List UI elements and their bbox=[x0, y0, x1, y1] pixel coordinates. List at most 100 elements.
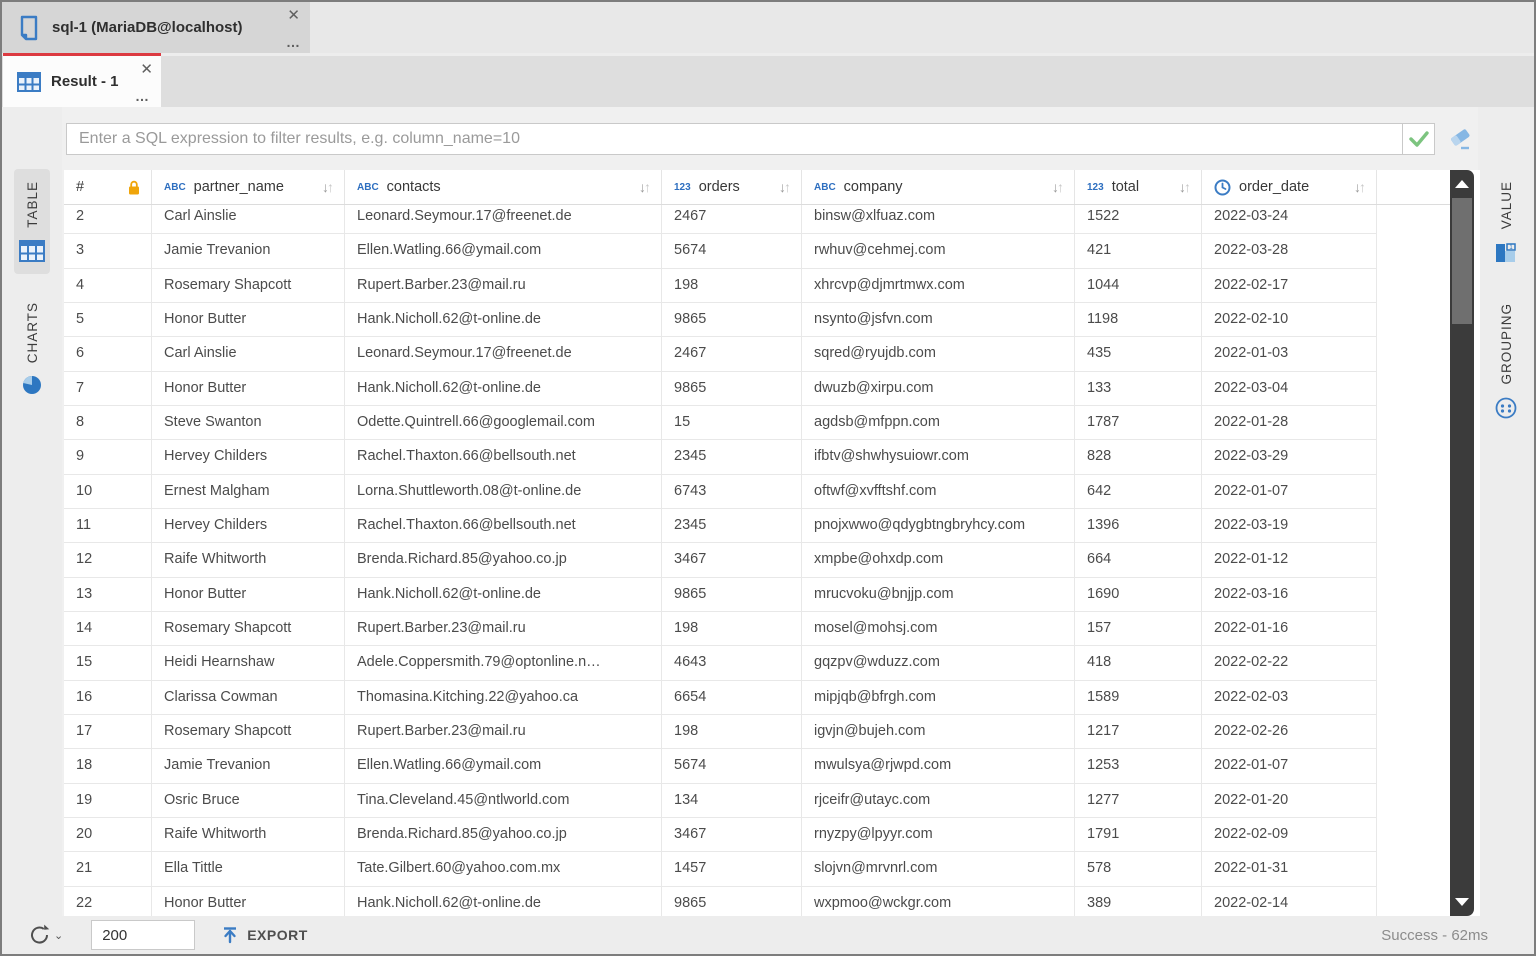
table-cell[interactable]: 2022-01-16 bbox=[1202, 611, 1377, 647]
table-cell[interactable]: 3467 bbox=[662, 817, 802, 853]
tab-value[interactable]: VALUE 1 bbox=[1490, 169, 1522, 275]
table-cell[interactable]: oftwf@xvfftshf.com bbox=[802, 474, 1075, 509]
table-cell[interactable]: Tina.Cleveland.45@ntlworld.com bbox=[345, 783, 662, 818]
table-cell[interactable]: Hank.Nicholl.62@t-online.de bbox=[345, 302, 662, 338]
result-tab[interactable]: Result - 1 ✕ … bbox=[3, 56, 161, 107]
table-cell[interactable]: 9865 bbox=[662, 302, 802, 338]
table-cell[interactable]: binsw@xlfuaz.com bbox=[802, 205, 1075, 235]
table-cell[interactable]: rnyzpy@lpyyr.com bbox=[802, 817, 1075, 853]
table-cell[interactable]: ifbtv@shwhysuiowr.com bbox=[802, 440, 1075, 475]
tab-menu-icon[interactable]: … bbox=[286, 35, 300, 49]
editor-tab-sql1[interactable]: sql-1 (MariaDB@localhost) ✕ … bbox=[2, 2, 310, 53]
table-cell[interactable]: 2022-02-14 bbox=[1202, 886, 1377, 916]
table-cell[interactable]: 2022-01-07 bbox=[1202, 749, 1377, 784]
table-cell[interactable]: 389 bbox=[1075, 886, 1202, 916]
table-cell[interactable]: 664 bbox=[1075, 543, 1202, 578]
table-cell[interactable]: 2467 bbox=[662, 337, 802, 372]
table-cell[interactable]: 2345 bbox=[662, 508, 802, 544]
table-cell[interactable]: rwhuv@cehmej.com bbox=[802, 234, 1075, 269]
table-cell[interactable]: Ellen.Watling.66@ymail.com bbox=[345, 234, 662, 269]
table-cell[interactable]: 198 bbox=[662, 268, 802, 303]
table-cell[interactable]: Rosemary Shapcott bbox=[152, 268, 345, 303]
table-cell[interactable]: Odette.Quintrell.66@googlemail.com bbox=[345, 405, 662, 441]
table-cell[interactable]: Honor Butter bbox=[152, 302, 345, 338]
table-cell[interactable]: mipjqb@bfrgh.com bbox=[802, 680, 1075, 715]
table-row[interactable]: 5 Honor Butter Hank.Nicholl.62@t-online.de… bbox=[64, 302, 1450, 338]
table-cell[interactable]: 9865 bbox=[662, 886, 802, 916]
table-cell[interactable]: Ernest Malgham bbox=[152, 474, 345, 509]
table-cell[interactable]: Honor Butter bbox=[152, 371, 345, 406]
table-cell[interactable]: 2022-01-20 bbox=[1202, 783, 1377, 818]
table-cell[interactable]: Jamie Trevanion bbox=[152, 749, 345, 784]
table-cell[interactable]: 1396 bbox=[1075, 508, 1202, 544]
export-button[interactable]: EXPORT bbox=[221, 926, 308, 944]
table-cell[interactable]: Rupert.Barber.23@mail.ru bbox=[345, 268, 662, 303]
table-cell[interactable]: 15 bbox=[662, 405, 802, 441]
table-cell[interactable]: Hank.Nicholl.62@t-online.de bbox=[345, 371, 662, 406]
close-icon[interactable]: ✕ bbox=[287, 8, 300, 23]
table-cell[interactable]: Honor Butter bbox=[152, 886, 345, 916]
row-number-cell[interactable]: 16 bbox=[64, 680, 152, 715]
row-number-cell[interactable]: 5 bbox=[64, 302, 152, 338]
table-cell[interactable]: 2022-01-03 bbox=[1202, 337, 1377, 372]
row-number-cell[interactable]: 20 bbox=[64, 817, 152, 853]
row-number-cell[interactable]: 2 bbox=[64, 205, 152, 235]
table-cell[interactable]: 1217 bbox=[1075, 714, 1202, 750]
table-cell[interactable]: 2022-03-28 bbox=[1202, 234, 1377, 269]
table-cell[interactable]: 198 bbox=[662, 714, 802, 750]
table-row[interactable]: 19 Osric Bruce Tina.Cleveland.45@ntlworld.… bbox=[64, 783, 1450, 818]
table-cell[interactable]: rjceifr@utayc.com bbox=[802, 783, 1075, 818]
table-cell[interactable]: 133 bbox=[1075, 371, 1202, 406]
vertical-scrollbar[interactable] bbox=[1450, 170, 1474, 916]
table-cell[interactable]: 9865 bbox=[662, 371, 802, 406]
table-cell[interactable]: Brenda.Richard.85@yahoo.co.jp bbox=[345, 817, 662, 853]
row-number-cell[interactable]: 3 bbox=[64, 234, 152, 269]
table-cell[interactable]: Leonard.Seymour.17@freenet.de bbox=[345, 205, 662, 235]
table-cell[interactable]: 6654 bbox=[662, 680, 802, 715]
table-cell[interactable]: Clarissa Cowman bbox=[152, 680, 345, 715]
table-cell[interactable]: 2345 bbox=[662, 440, 802, 475]
table-cell[interactable]: 3467 bbox=[662, 543, 802, 578]
row-number-cell[interactable]: 4 bbox=[64, 268, 152, 303]
table-cell[interactable]: wxpmoo@wckgr.com bbox=[802, 886, 1075, 916]
table-row[interactable]: 20 Raife Whitworth Brenda.Richard.85@yahoo… bbox=[64, 817, 1450, 853]
table-cell[interactable]: 1044 bbox=[1075, 268, 1202, 303]
table-row[interactable]: 14 Rosemary Shapcott Rupert.Barber.23@mail… bbox=[64, 611, 1450, 647]
table-cell[interactable]: 2467 bbox=[662, 205, 802, 235]
table-row[interactable]: 21 Ella Tittle Tate.Gilbert.60@yahoo.com.m… bbox=[64, 852, 1450, 887]
table-row[interactable]: 11 Hervey Childers Rachel.Thaxton.66@bells… bbox=[64, 508, 1450, 544]
table-cell[interactable]: 2022-03-19 bbox=[1202, 508, 1377, 544]
table-cell[interactable]: 2022-01-07 bbox=[1202, 474, 1377, 509]
table-cell[interactable]: agdsb@mfppn.com bbox=[802, 405, 1075, 441]
table-row[interactable]: 16 Clarissa Cowman Thomasina.Kitching.22@y… bbox=[64, 680, 1450, 715]
table-row[interactable]: 4 Rosemary Shapcott Rupert.Barber.23@mail.… bbox=[64, 268, 1450, 303]
row-number-cell[interactable]: 21 bbox=[64, 852, 152, 887]
filter-input[interactable] bbox=[66, 123, 1403, 155]
sort-icon[interactable]: ↓↑ bbox=[322, 180, 334, 194]
table-row[interactable]: 7 Honor Butter Hank.Nicholl.62@t-online.de… bbox=[64, 371, 1450, 406]
column-header-contacts[interactable]: ABC contacts ↓↑ bbox=[345, 170, 662, 204]
table-cell[interactable]: Rachel.Thaxton.66@bellsouth.net bbox=[345, 508, 662, 544]
table-cell[interactable]: 5674 bbox=[662, 749, 802, 784]
table-cell[interactable]: 642 bbox=[1075, 474, 1202, 509]
table-cell[interactable]: 134 bbox=[662, 783, 802, 818]
row-number-cell[interactable]: 6 bbox=[64, 337, 152, 372]
column-header-partner-name[interactable]: ABC partner_name ↓↑ bbox=[152, 170, 345, 204]
table-cell[interactable]: Hervey Childers bbox=[152, 440, 345, 475]
row-number-cell[interactable]: 9 bbox=[64, 440, 152, 475]
table-cell[interactable]: 2022-02-22 bbox=[1202, 646, 1377, 681]
table-cell[interactable]: mwulsya@rjwpd.com bbox=[802, 749, 1075, 784]
table-cell[interactable]: 1198 bbox=[1075, 302, 1202, 338]
sort-icon[interactable]: ↓↑ bbox=[779, 180, 791, 194]
table-cell[interactable]: 1457 bbox=[662, 852, 802, 887]
close-icon[interactable]: ✕ bbox=[140, 62, 153, 77]
table-cell[interactable]: Raife Whitworth bbox=[152, 817, 345, 853]
table-cell[interactable]: igvjn@bujeh.com bbox=[802, 714, 1075, 750]
tab-charts[interactable]: CHARTS bbox=[17, 290, 47, 407]
table-cell[interactable]: 5674 bbox=[662, 234, 802, 269]
table-cell[interactable]: 1522 bbox=[1075, 205, 1202, 235]
table-cell[interactable]: 1787 bbox=[1075, 405, 1202, 441]
row-number-cell[interactable]: 18 bbox=[64, 749, 152, 784]
table-row[interactable]: 13 Honor Butter Hank.Nicholl.62@t-online.d… bbox=[64, 577, 1450, 612]
table-cell[interactable]: 578 bbox=[1075, 852, 1202, 887]
